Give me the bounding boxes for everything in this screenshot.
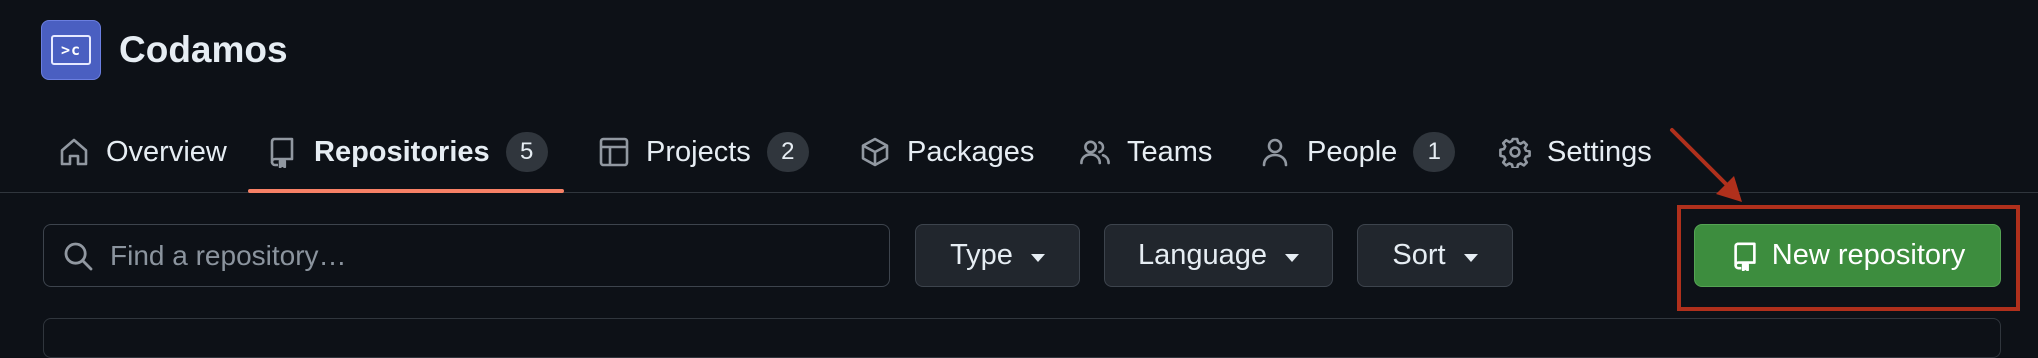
gear-icon <box>1499 137 1531 168</box>
repo-icon <box>270 137 294 168</box>
caret-down-icon <box>1463 253 1478 262</box>
org-avatar-text: >c <box>60 41 82 59</box>
sort-label: Sort <box>1392 239 1446 271</box>
project-count-badge: 2 <box>766 132 809 172</box>
repository-search[interactable] <box>43 224 890 287</box>
repo-count-badge: 5 <box>505 132 548 172</box>
caret-down-icon <box>1285 253 1300 262</box>
tab-packages[interactable]: Packages <box>859 112 1034 192</box>
sort-button[interactable]: Sort <box>1357 224 1513 287</box>
language-filter-label: Language <box>1137 239 1268 271</box>
type-filter-button[interactable]: Type <box>915 224 1080 287</box>
tab-label: Packages <box>907 135 1035 168</box>
type-filter-label: Type <box>950 239 1013 271</box>
caret-down-icon <box>1030 253 1045 262</box>
search-input[interactable] <box>110 239 870 272</box>
tab-repositories[interactable]: Repositories 5 <box>248 112 564 193</box>
org-header: >c Codamos <box>41 19 288 81</box>
tab-label: Settings <box>1547 135 1652 168</box>
tab-people[interactable]: People 1 <box>1259 112 1456 192</box>
tab-teams[interactable]: Teams <box>1079 112 1212 192</box>
org-name[interactable]: Codamos <box>119 29 288 71</box>
language-filter-button[interactable]: Language <box>1104 224 1333 287</box>
tab-label: Projects <box>646 135 751 168</box>
person-icon <box>1262 138 1288 167</box>
tab-label: People <box>1307 135 1398 168</box>
new-repository-button[interactable]: New repository <box>1694 224 2001 287</box>
tab-label: Teams <box>1127 135 1213 168</box>
org-nav: Overview Repositories 5 Projects 2 Packa… <box>0 112 2038 193</box>
tab-label: Repositories <box>314 135 490 168</box>
tab-settings[interactable]: Settings <box>1499 112 1652 192</box>
tab-overview[interactable]: Overview <box>58 112 227 192</box>
home-icon <box>60 138 88 166</box>
repository-list <box>43 318 2001 358</box>
people-icon <box>1080 140 1110 165</box>
terminal-icon: >c <box>51 35 91 65</box>
package-icon <box>861 137 889 167</box>
repo-icon <box>1734 242 1756 271</box>
table-icon <box>599 137 629 167</box>
search-icon <box>64 242 93 270</box>
org-avatar[interactable]: >c <box>41 20 101 80</box>
tab-projects[interactable]: Projects 2 <box>598 112 809 192</box>
people-count-badge: 1 <box>1413 132 1456 172</box>
new-repository-label: New repository <box>1771 239 1966 271</box>
tab-label: Overview <box>106 135 227 168</box>
